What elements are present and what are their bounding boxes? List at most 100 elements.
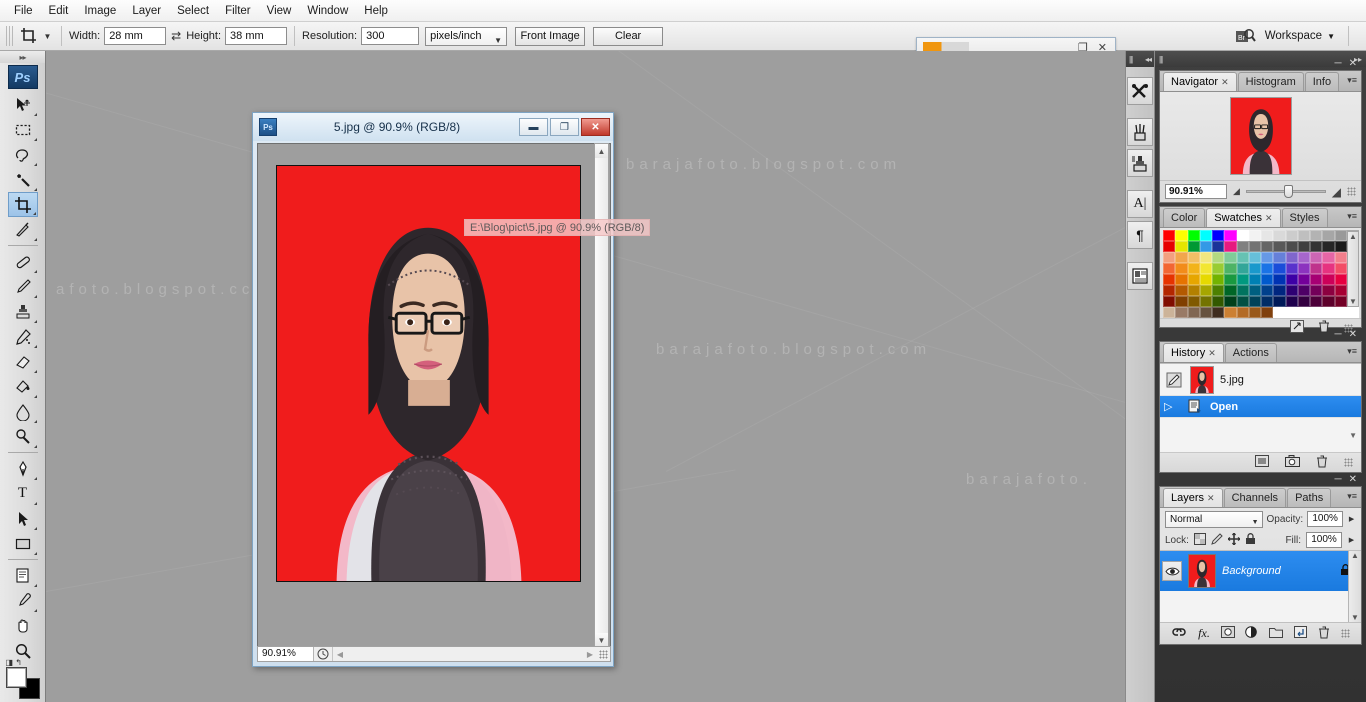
- swatch-12[interactable]: [1310, 230, 1323, 241]
- swatch-21[interactable]: [1224, 241, 1237, 252]
- chevron-left-icon[interactable]: ◀: [333, 650, 347, 659]
- swatch-40[interactable]: [1261, 252, 1274, 263]
- swatch-29[interactable]: [1322, 241, 1335, 252]
- default-colors-icon[interactable]: ◨ ↰: [6, 658, 22, 667]
- lasso-tool[interactable]: [8, 142, 38, 167]
- swatch-4[interactable]: [1212, 230, 1225, 241]
- history-snapshot-row[interactable]: 5.jpg: [1160, 364, 1361, 396]
- close-icon[interactable]: ✕: [581, 118, 610, 136]
- swatch-44[interactable]: [1310, 252, 1323, 263]
- swatch-77[interactable]: [1322, 274, 1335, 285]
- bridge-br-icon[interactable]: Br: [1233, 25, 1259, 47]
- swatch-41[interactable]: [1273, 252, 1286, 263]
- healing-brush-tool[interactable]: [8, 249, 38, 274]
- swatch-58[interactable]: [1285, 263, 1298, 274]
- swatch-57[interactable]: [1273, 263, 1286, 274]
- swatch-6[interactable]: [1236, 230, 1249, 241]
- close-icon[interactable]: ✕: [1207, 493, 1215, 504]
- swatch-27[interactable]: [1297, 241, 1310, 252]
- swatch-106[interactable]: [1285, 296, 1298, 307]
- trash-icon[interactable]: [1318, 626, 1330, 642]
- hscroll-track[interactable]: [347, 648, 583, 660]
- height-input[interactable]: 38 mm: [225, 27, 288, 45]
- lock-transparency-icon[interactable]: [1193, 532, 1206, 548]
- swatch-83[interactable]: [1199, 285, 1212, 296]
- scroll-up-icon[interactable]: ▲: [1351, 551, 1359, 560]
- swatch-11[interactable]: [1297, 230, 1310, 241]
- chevron-right-icon[interactable]: ▶: [583, 650, 597, 659]
- swatch-65[interactable]: [1175, 274, 1188, 285]
- history-brush-tool[interactable]: [8, 324, 38, 349]
- swatch-67[interactable]: [1199, 274, 1212, 285]
- opacity-stepper-icon[interactable]: ▶: [1347, 515, 1356, 523]
- tool-presets-icon[interactable]: [1127, 77, 1153, 105]
- clone-stamp-tool[interactable]: [8, 299, 38, 324]
- menu-item-image[interactable]: Image: [76, 2, 124, 20]
- swatch-55[interactable]: [1248, 263, 1261, 274]
- swatch-114[interactable]: [1187, 307, 1200, 318]
- swatch-70[interactable]: [1236, 274, 1249, 285]
- menu-item-window[interactable]: Window: [299, 2, 356, 20]
- trash-icon[interactable]: [1318, 320, 1330, 336]
- swatch-89[interactable]: [1273, 285, 1286, 296]
- character-icon[interactable]: A|: [1127, 190, 1153, 218]
- link-layers-icon[interactable]: [1171, 627, 1187, 640]
- collapse-dock-icon[interactable]: ◂◂: [1145, 55, 1152, 64]
- swatch-53[interactable]: [1224, 263, 1237, 274]
- swatch-94[interactable]: [1334, 285, 1347, 296]
- swatch-78[interactable]: [1334, 274, 1347, 285]
- blend-mode-select[interactable]: Normal ▼: [1165, 510, 1263, 528]
- swatch-5[interactable]: [1224, 230, 1237, 241]
- swatch-33[interactable]: [1175, 252, 1188, 263]
- crop-tool[interactable]: [7, 192, 38, 217]
- document-title-bar[interactable]: Ps 5.jpg @ 90.9% (RGB/8) ▬ ❐ ✕: [253, 113, 613, 141]
- swatch-105[interactable]: [1273, 296, 1286, 307]
- menu-item-file[interactable]: File: [6, 2, 41, 20]
- swatch-62[interactable]: [1334, 263, 1347, 274]
- swatch-18[interactable]: [1187, 241, 1200, 252]
- swatch-37[interactable]: [1224, 252, 1237, 263]
- tab-color[interactable]: Color: [1163, 208, 1206, 227]
- swatch-38[interactable]: [1236, 252, 1249, 263]
- scroll-up-icon[interactable]: ▲: [595, 144, 608, 158]
- swatch-93[interactable]: [1322, 285, 1335, 296]
- rectangular-marquee-tool[interactable]: [8, 117, 38, 142]
- move-tool[interactable]: [8, 92, 38, 117]
- fill-input[interactable]: 100%: [1306, 532, 1342, 548]
- close-icon[interactable]: ✕: [1349, 329, 1357, 340]
- swatch-49[interactable]: [1175, 263, 1188, 274]
- workspace-button[interactable]: Workspace ▼: [1265, 30, 1335, 42]
- tab-channels[interactable]: Channels: [1223, 488, 1287, 507]
- dock-strip-header[interactable]: ||| ◂◂: [1126, 51, 1154, 67]
- navigator-preview[interactable]: [1160, 92, 1361, 180]
- swatch-125[interactable]: [1322, 307, 1335, 318]
- swatch-60[interactable]: [1310, 263, 1323, 274]
- swatch-122[interactable]: [1285, 307, 1298, 318]
- swatch-30[interactable]: [1334, 241, 1347, 252]
- tab-swatches[interactable]: Swatches ✕: [1206, 208, 1281, 227]
- swatch-115[interactable]: [1199, 307, 1212, 318]
- navigator-zoom-input[interactable]: 90.91%: [1165, 184, 1227, 199]
- history-source-icon[interactable]: [1164, 370, 1184, 390]
- scroll-down-icon[interactable]: ▼: [1351, 613, 1359, 622]
- swatch-3[interactable]: [1199, 230, 1212, 241]
- swatch-102[interactable]: [1236, 296, 1249, 307]
- swatch-23[interactable]: [1248, 241, 1261, 252]
- restore-icon[interactable]: ❐: [550, 118, 579, 136]
- swatch-69[interactable]: [1224, 274, 1237, 285]
- swatch-112[interactable]: [1163, 307, 1176, 318]
- new-swatch-icon[interactable]: [1290, 320, 1304, 336]
- tab-navigator[interactable]: Navigator ✕: [1163, 72, 1237, 91]
- close-icon[interactable]: ✕: [1349, 58, 1357, 69]
- swatch-90[interactable]: [1285, 285, 1298, 296]
- type-tool[interactable]: T: [8, 481, 38, 506]
- menu-item-edit[interactable]: Edit: [41, 2, 77, 20]
- color-swatches[interactable]: ◨ ↰: [5, 658, 40, 699]
- swatch-73[interactable]: [1273, 274, 1286, 285]
- panel-menu-icon[interactable]: ▾≡: [1347, 346, 1357, 357]
- swatch-116[interactable]: [1212, 307, 1225, 318]
- swatch-50[interactable]: [1187, 263, 1200, 274]
- notes-tool[interactable]: [8, 563, 38, 588]
- hand-tool[interactable]: [8, 613, 38, 638]
- dock-grip[interactable]: |||: [1159, 55, 1163, 64]
